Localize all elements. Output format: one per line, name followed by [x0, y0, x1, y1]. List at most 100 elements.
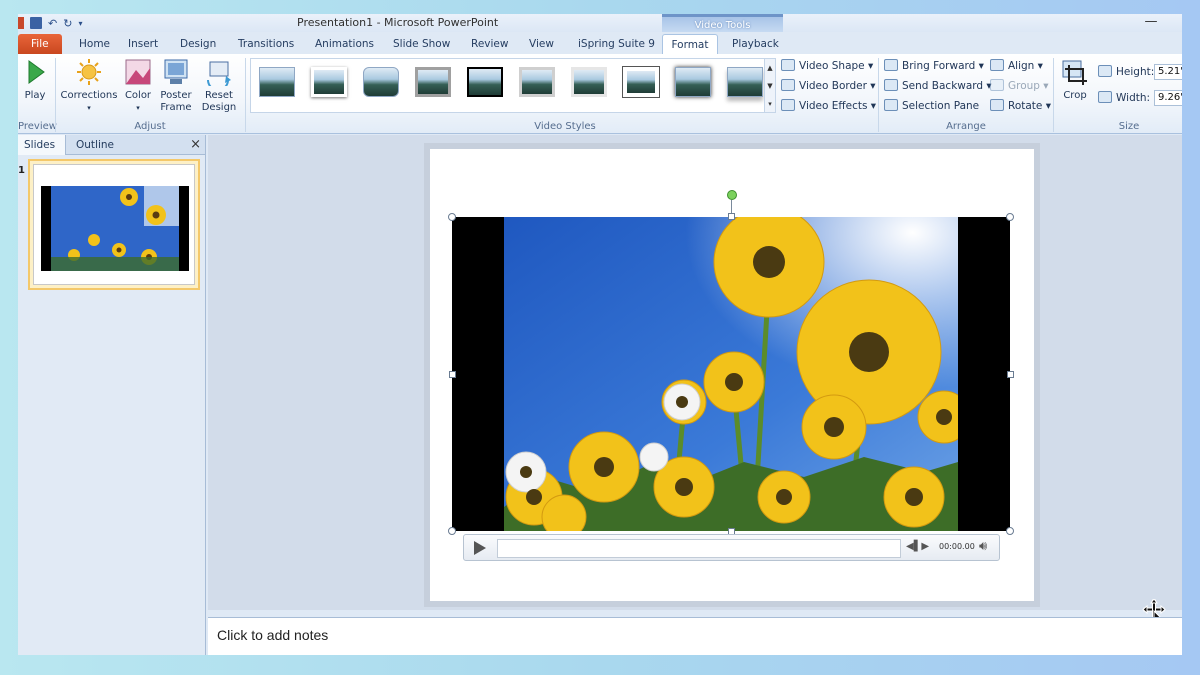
window-title: Presentation1 - Microsoft PowerPoint — [297, 16, 499, 29]
tab-slides[interactable]: Slides — [18, 135, 66, 155]
tab-review[interactable]: Review — [467, 34, 512, 54]
tab-slide-show[interactable]: Slide Show — [389, 34, 454, 54]
selection-pane-button[interactable]: Selection Pane — [884, 98, 979, 115]
play-icon — [28, 60, 45, 84]
video-style-thumbnail[interactable] — [727, 67, 763, 97]
video-style-thumbnail[interactable] — [571, 67, 607, 97]
video-shape-icon — [781, 59, 795, 71]
step-back-icon[interactable]: ◀▌▶ — [906, 541, 929, 552]
slide-editing-area: 4 — [208, 135, 1182, 627]
video-shape-button[interactable]: Video Shape ▾ — [781, 58, 873, 75]
tab-ispring-suite[interactable]: iSpring Suite 9 — [574, 34, 659, 54]
color-label: Color — [124, 90, 152, 101]
tab-insert[interactable]: Insert — [124, 34, 162, 54]
tab-outline[interactable]: Outline — [70, 135, 120, 155]
thumbnail-video-picture — [34, 165, 194, 284]
video-style-thumbnail[interactable] — [622, 66, 660, 98]
ribbon: Play Preview Corrections ▾ Color ▾ Poste… — [18, 54, 1182, 134]
video-border-button[interactable]: Video Border ▾ — [781, 78, 876, 95]
tab-animations[interactable]: Animations — [311, 34, 378, 54]
undo-icon[interactable]: ↶ — [48, 17, 57, 30]
powerpoint-window: ↶ ↻ ▾ Presentation1 - Microsoft PowerPoi… — [18, 14, 1182, 655]
play-button[interactable]: Play — [20, 58, 50, 102]
resize-handle[interactable] — [1006, 527, 1014, 535]
play-icon[interactable] — [474, 541, 486, 555]
reset-design-label: Reset Design — [201, 90, 237, 113]
video-style-thumbnail[interactable] — [675, 67, 711, 97]
video-styles-gallery — [250, 58, 776, 113]
bring-forward-button[interactable]: Bring Forward ▾ — [884, 58, 984, 75]
customize-icon[interactable]: ▾ — [78, 19, 82, 28]
quick-access-toolbar: ↶ ↻ ▾ — [18, 15, 82, 31]
video-effects-button[interactable]: Video Effects ▾ — [781, 98, 876, 115]
align-label: Align — [1008, 60, 1035, 72]
corrections-label: Corrections — [60, 90, 118, 101]
tab-view[interactable]: View — [525, 34, 558, 54]
rotate-button[interactable]: Rotate ▾ — [990, 98, 1051, 115]
volume-icon[interactable]: 🔊︎ — [979, 539, 987, 554]
close-icon[interactable]: × — [190, 137, 201, 152]
save-icon[interactable] — [30, 17, 42, 29]
tab-transitions[interactable]: Transitions — [234, 34, 298, 54]
seek-bar[interactable] — [497, 539, 901, 558]
color-button[interactable]: Color ▾ — [121, 58, 155, 114]
minimize-button[interactable]: — — [1144, 14, 1158, 29]
height-input[interactable]: 5.21" — [1154, 64, 1182, 80]
crop-icon — [1062, 60, 1087, 85]
send-backward-button[interactable]: Send Backward ▾ — [884, 78, 992, 95]
send-backward-label: Send Backward — [902, 80, 984, 92]
play-label: Play — [24, 90, 46, 101]
tab-file[interactable]: File — [18, 34, 62, 54]
tab-design[interactable]: Design — [176, 34, 220, 54]
video-effects-icon — [781, 99, 795, 111]
divider — [245, 58, 246, 132]
video-style-thumbnail[interactable] — [519, 67, 555, 97]
video-style-thumbnail[interactable] — [467, 67, 503, 97]
poster-frame-button[interactable]: Poster Frame — [158, 58, 194, 114]
video-styles-group-label: Video Styles — [534, 121, 596, 132]
tab-home[interactable]: Home — [75, 34, 114, 54]
crop-label: Crop — [1063, 90, 1087, 101]
tab-format[interactable]: Format — [662, 34, 718, 54]
group-button[interactable]: Group ▾ — [990, 78, 1049, 95]
powerpoint-icon — [18, 17, 24, 29]
reset-design-button[interactable]: Reset Design — [198, 58, 240, 114]
rotation-handle[interactable] — [727, 190, 737, 200]
video-style-thumbnail[interactable] — [363, 67, 399, 97]
video-tools-header: Video Tools — [662, 14, 783, 32]
video-style-thumbnail[interactable] — [259, 67, 295, 97]
slide-thumbnail[interactable] — [28, 159, 200, 290]
resize-handle[interactable] — [448, 527, 456, 535]
video-style-thumbnail[interactable] — [311, 67, 347, 97]
gallery-scroll[interactable]: ▲ ▼ ▾ — [764, 58, 776, 113]
video-frame-image — [504, 217, 958, 531]
selection-pane-label: Selection Pane — [902, 100, 980, 112]
preview-group-label: Preview — [18, 121, 57, 132]
align-button[interactable]: Align ▾ — [990, 58, 1043, 75]
notes-pane[interactable]: Click to add notes — [208, 617, 1182, 655]
corrections-button[interactable]: Corrections ▾ — [60, 58, 118, 114]
video-object[interactable] — [452, 217, 1010, 531]
resize-handle[interactable] — [449, 371, 456, 378]
width-input[interactable]: 9.26" — [1154, 90, 1182, 106]
video-effects-label: Video Effects — [799, 100, 868, 112]
resize-handle[interactable] — [448, 213, 456, 221]
height-icon — [1098, 65, 1112, 77]
reset-design-icon — [207, 61, 231, 86]
resize-handle[interactable] — [1006, 213, 1014, 221]
video-style-thumbnail[interactable] — [415, 67, 451, 97]
size-group-label: Size — [1118, 121, 1140, 132]
slide-canvas[interactable]: 4 — [430, 149, 1166, 627]
adjust-group-label: Adjust — [134, 121, 166, 132]
resize-handle[interactable] — [728, 213, 735, 220]
video-border-label: Video Border — [799, 80, 867, 92]
crop-button[interactable]: Crop — [1058, 58, 1092, 102]
ribbon-tabs: File Home Insert Design Transitions Anim… — [18, 32, 1182, 54]
redo-icon[interactable]: ↻ — [63, 17, 72, 30]
bring-forward-label: Bring Forward — [902, 60, 976, 72]
resize-handle[interactable] — [1007, 371, 1014, 378]
divider — [878, 58, 879, 132]
selection-pane-icon — [884, 99, 898, 111]
corrections-icon — [77, 59, 101, 85]
tab-playback[interactable]: Playback — [728, 34, 783, 54]
